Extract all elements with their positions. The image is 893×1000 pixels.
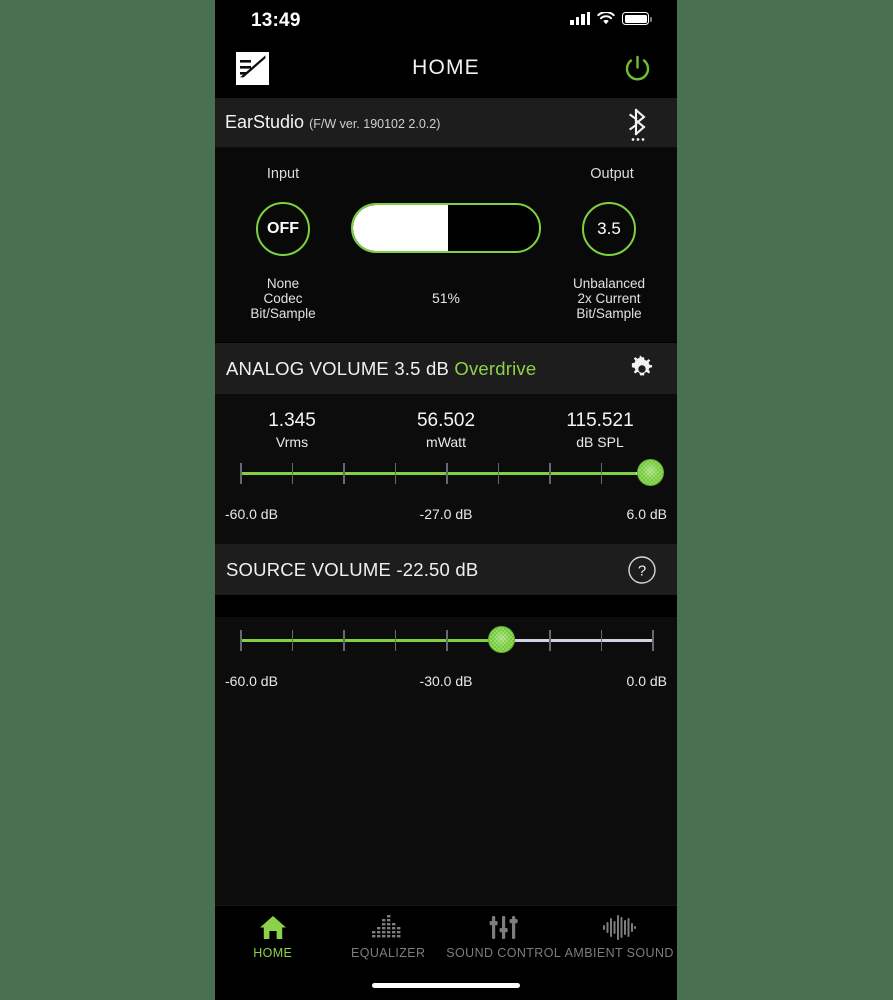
output-detail-line-3: Bit/Sample <box>576 305 642 321</box>
readout-vrms-value: 1.345 <box>268 410 316 431</box>
analog-volume-scale-labels: -60.0 dB -27.0 dB 6.0 dB <box>225 506 667 528</box>
equalizer-bars-icon <box>371 913 405 941</box>
input-detail-line-1: None <box>266 276 300 291</box>
readout-mwatt: 56.502 mWatt <box>369 410 523 450</box>
source-volume-panel: -60.0 dB -30.0 dB 0.0 dB <box>215 617 677 717</box>
source-volume-scale-labels: -60.0 dB -30.0 dB 0.0 dB <box>225 673 667 695</box>
tab-sound-control[interactable]: SOUND CONTROL <box>446 913 562 966</box>
tab-equalizer-label: EQUALIZER <box>351 946 426 960</box>
bottom-tab-bar: HOME EQUALIZER SOUND CONTROL AMBIENT SOU… <box>215 905 677 1000</box>
input-detail-line-3: Bit/Sample <box>250 305 316 321</box>
master-volume-bar[interactable] <box>351 203 541 253</box>
device-name: EarStudio <box>225 112 305 132</box>
input-label: Input <box>266 166 300 182</box>
status-bar-clock: 13:49 <box>251 10 301 31</box>
analog-volume-panel: 1.345 Vrms 56.502 mWatt 115.521 dB SPL -… <box>215 394 677 544</box>
source-volume-scale-max: 0.0 dB <box>626 673 667 689</box>
empty-area <box>215 717 677 916</box>
cellular-signal-icon <box>570 12 590 25</box>
analog-volume-slider[interactable] <box>225 450 667 506</box>
tab-ambient-sound-label: AMBIENT SOUND <box>564 946 674 960</box>
readout-vrms-unit: Vrms <box>275 434 309 450</box>
output-level-button[interactable]: 3.5 <box>582 202 636 256</box>
home-icon <box>258 913 288 941</box>
analog-volume-scale-mid: -27.0 dB <box>419 506 473 522</box>
analog-volume-overdrive-badge: Overdrive <box>454 358 537 379</box>
bluetooth-icon[interactable] <box>622 105 660 145</box>
source-volume-slider[interactable] <box>225 617 667 673</box>
tab-home-label: HOME <box>253 946 293 960</box>
master-volume-percent: 51% <box>431 290 461 306</box>
output-label: Output <box>590 166 634 182</box>
source-volume-scale-mid: -30.0 dB <box>419 673 473 689</box>
input-output-panel: Input Output OFF 3.5 None Codec Bit/Samp… <box>215 148 677 343</box>
input-detail-lines: None Codec Bit/Sample <box>215 276 353 321</box>
input-detail-line-2: Codec <box>263 290 303 306</box>
readout-mwatt-value: 56.502 <box>416 410 476 431</box>
readout-dbspl-unit: dB SPL <box>576 434 624 450</box>
analog-volume-header: ANALOG VOLUME 3.5 dB Overdrive <box>215 343 677 394</box>
output-detail-line-2: 2x Current <box>577 290 641 306</box>
output-detail-line-1: Unbalanced <box>572 276 646 291</box>
source-volume-slider-ticks <box>240 630 654 651</box>
analog-volume-title: ANALOG VOLUME 3.5 dB Overdrive <box>226 358 536 380</box>
output-detail-lines: Unbalanced 2x Current Bit/Sample <box>539 276 677 321</box>
analog-volume-slider-thumb[interactable] <box>636 459 664 486</box>
readout-vrms: 1.345 Vrms <box>215 410 369 450</box>
svg-text:?: ? <box>638 563 646 580</box>
tab-ambient-sound[interactable]: AMBIENT SOUND <box>562 913 678 966</box>
source-volume-title: SOURCE VOLUME -22.50 dB <box>226 559 479 580</box>
analog-volume-title-text: ANALOG VOLUME 3.5 dB <box>226 358 450 379</box>
source-volume-header: SOURCE VOLUME -22.50 dB ? <box>215 544 677 595</box>
status-bar: 13:49 <box>215 0 677 38</box>
tab-equalizer[interactable]: EQUALIZER <box>331 913 447 966</box>
question-mark-icon[interactable]: ? <box>624 552 660 588</box>
device-name-label: EarStudio (F/W ver. 190102 2.0.2) <box>225 112 440 133</box>
tab-home[interactable]: HOME <box>215 913 331 966</box>
gear-icon[interactable] <box>624 351 660 387</box>
battery-full-icon <box>622 12 652 25</box>
analog-volume-scale-max: 6.0 dB <box>626 506 667 522</box>
phone-screen: 13:49 HOME EarStudio (F/W ver. 190102 2.… <box>215 0 677 1000</box>
source-volume-slider-thumb[interactable] <box>487 626 515 653</box>
device-firmware-version: (F/W ver. 190102 2.0.2) <box>309 117 441 131</box>
tab-sound-control-label: SOUND CONTROL <box>446 946 562 960</box>
readout-dbspl-value: 115.521 <box>566 410 634 431</box>
power-icon[interactable] <box>620 51 655 86</box>
readout-mwatt-unit: mWatt <box>426 434 466 450</box>
waveform-icon <box>602 913 637 941</box>
analog-volume-slider-ticks <box>240 463 654 484</box>
readout-dbspl: 115.521 dB SPL <box>523 410 677 450</box>
analog-volume-readouts: 1.345 Vrms 56.502 mWatt 115.521 dB SPL <box>215 394 677 450</box>
page-title: HOME <box>412 56 480 79</box>
device-header-row: EarStudio (F/W ver. 190102 2.0.2) <box>215 99 677 148</box>
sliders-icon <box>489 913 519 941</box>
wifi-icon <box>597 11 615 25</box>
status-bar-indicators <box>570 11 652 25</box>
input-status-button[interactable]: OFF <box>256 202 310 256</box>
home-indicator-bar[interactable] <box>372 983 520 988</box>
master-volume-bar-fill <box>353 205 448 251</box>
nav-bar: HOME <box>215 38 677 99</box>
